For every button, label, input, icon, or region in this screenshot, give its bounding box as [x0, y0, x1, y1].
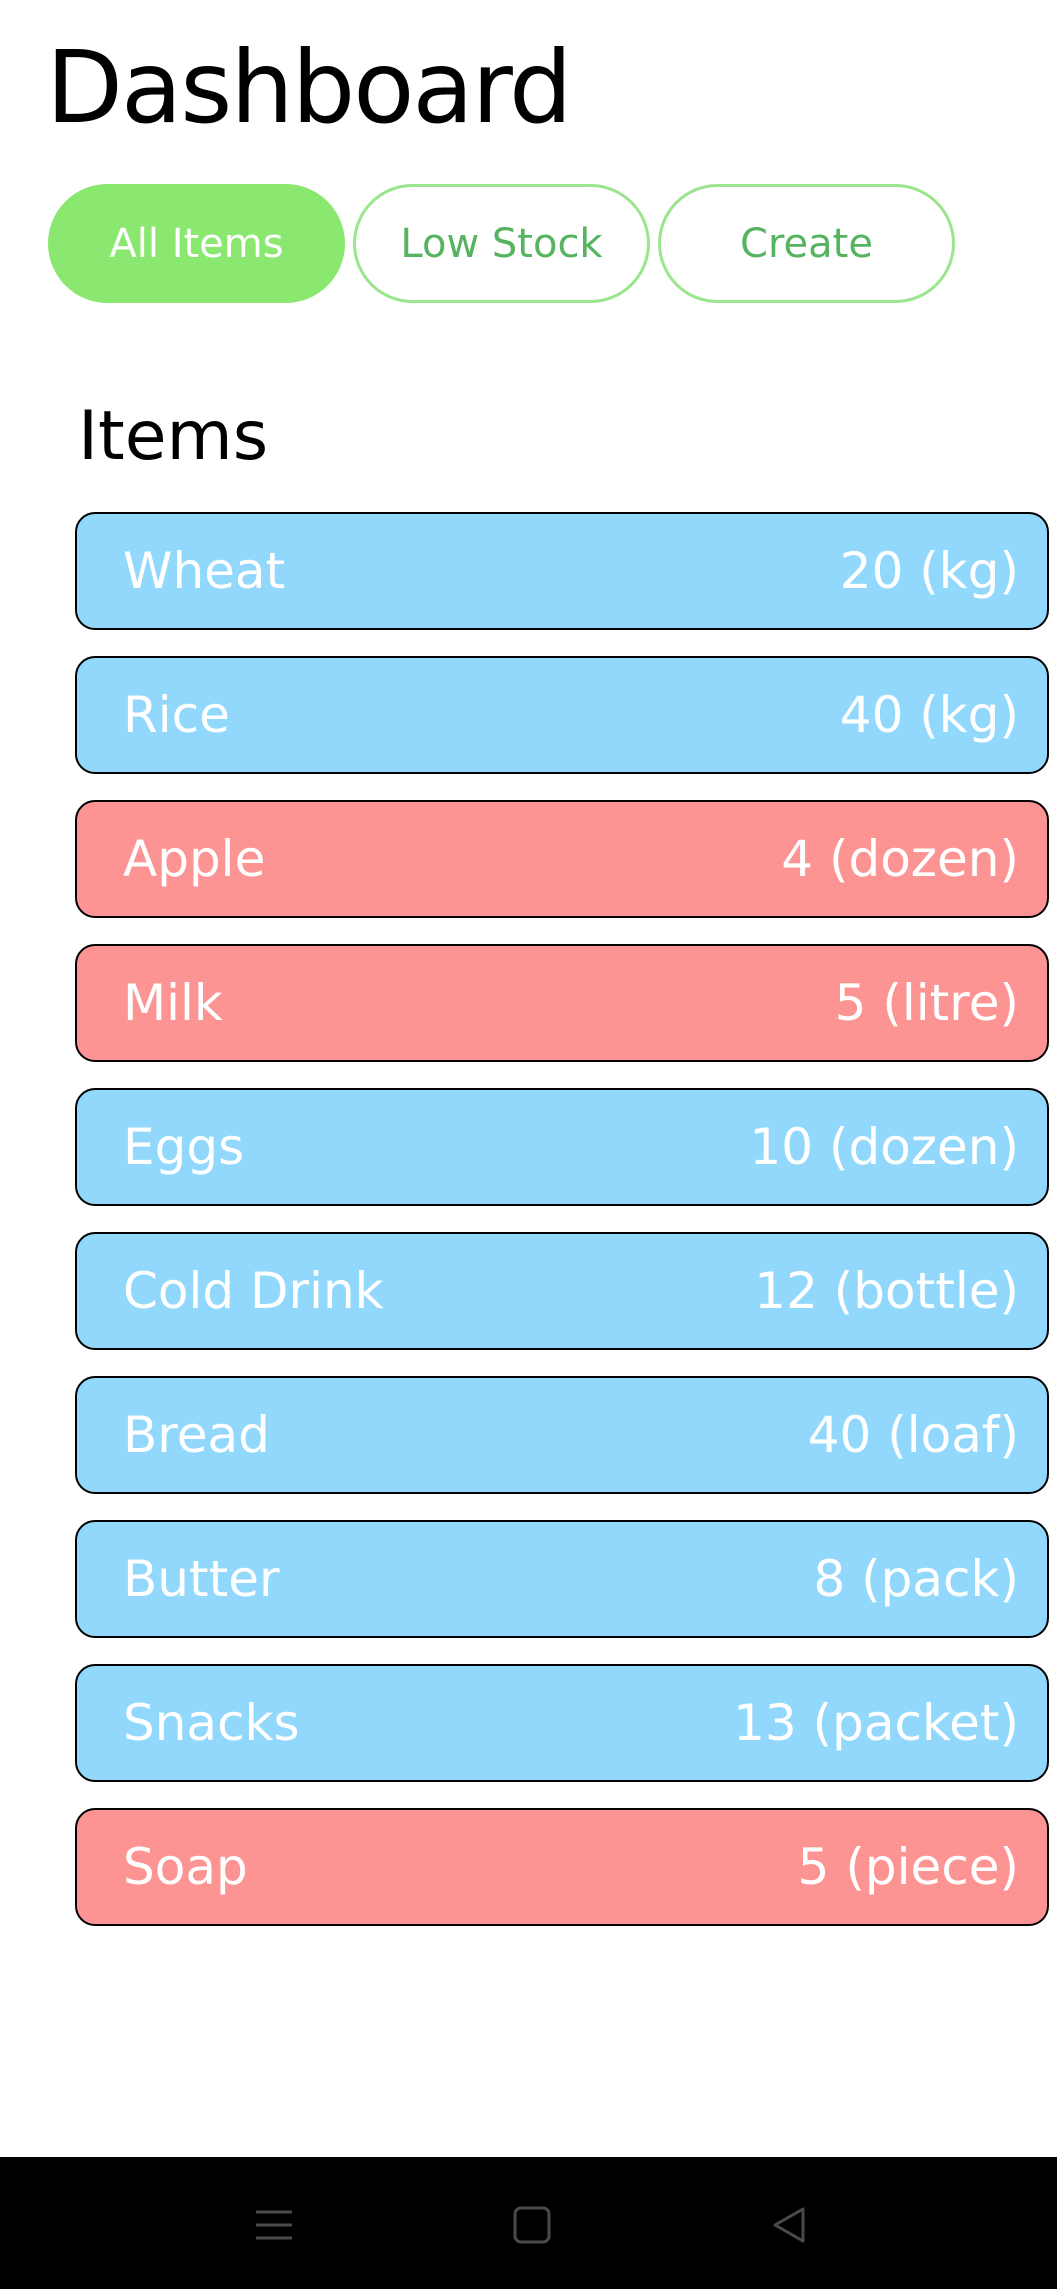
system-nav-bar [0, 2157, 1057, 2289]
item-name: Bread [123, 1406, 270, 1464]
item-name: Apple [123, 830, 266, 888]
item-quantity: 5 (piece) [797, 1838, 1019, 1896]
item-quantity: 40 (loaf) [807, 1406, 1019, 1464]
item-quantity: 40 (kg) [839, 686, 1019, 744]
list-item[interactable]: Snacks 13 (packet) [75, 1664, 1049, 1782]
item-name: Snacks [123, 1694, 300, 1752]
item-list: Wheat 20 (kg) Rice 40 (kg) Apple 4 (doze… [75, 512, 1049, 1952]
tab-all-items[interactable]: All Items [48, 184, 345, 303]
item-name: Eggs [123, 1118, 245, 1176]
item-name: Butter [123, 1550, 280, 1608]
list-item[interactable]: Apple 4 (dozen) [75, 800, 1049, 918]
item-name: Rice [123, 686, 230, 744]
item-name: Soap [123, 1838, 248, 1896]
item-quantity: 20 (kg) [839, 542, 1019, 600]
item-quantity: 12 (bottle) [754, 1262, 1019, 1320]
home-icon[interactable] [502, 2197, 562, 2253]
list-item[interactable]: Butter 8 (pack) [75, 1520, 1049, 1638]
item-name: Wheat [123, 542, 286, 600]
item-quantity: 13 (packet) [733, 1694, 1019, 1752]
page-title: Dashboard [46, 29, 573, 146]
tab-bar: All Items Low Stock Create [48, 184, 955, 303]
menu-icon[interactable] [244, 2197, 304, 2253]
tab-low-stock[interactable]: Low Stock [353, 184, 650, 303]
list-item[interactable]: Milk 5 (litre) [75, 944, 1049, 1062]
list-item[interactable]: Soap 5 (piece) [75, 1808, 1049, 1926]
item-name: Milk [123, 974, 223, 1032]
item-name: Cold Drink [123, 1262, 384, 1320]
list-item[interactable]: Bread 40 (loaf) [75, 1376, 1049, 1494]
list-item[interactable]: Rice 40 (kg) [75, 656, 1049, 774]
back-icon[interactable] [759, 2197, 819, 2253]
item-quantity: 5 (litre) [834, 974, 1019, 1032]
items-heading: Items [78, 397, 269, 476]
item-quantity: 4 (dozen) [781, 830, 1019, 888]
tab-create[interactable]: Create [658, 184, 955, 303]
list-item[interactable]: Wheat 20 (kg) [75, 512, 1049, 630]
item-quantity: 10 (dozen) [749, 1118, 1019, 1176]
list-item[interactable]: Eggs 10 (dozen) [75, 1088, 1049, 1206]
list-item[interactable]: Cold Drink 12 (bottle) [75, 1232, 1049, 1350]
item-quantity: 8 (pack) [813, 1550, 1019, 1608]
